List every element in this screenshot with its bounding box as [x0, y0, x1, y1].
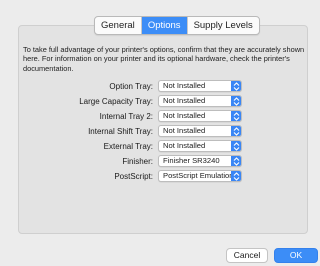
chevron-up-down-icon: [231, 96, 241, 106]
option-row-large-capacity-tray: Large Capacity Tray: Not Installed: [23, 95, 247, 107]
option-row-internal-shift-tray: Internal Shift Tray: Not Installed: [23, 125, 247, 137]
internal-shift-tray-value: Not Installed: [163, 126, 206, 135]
chevron-up-down-icon: [231, 141, 241, 151]
option-row-finisher: Finisher: Finisher SR3240: [23, 155, 247, 167]
option-row-external-tray: External Tray: Not Installed: [23, 140, 247, 152]
internal-tray-2-value: Not Installed: [163, 111, 206, 120]
tab-options[interactable]: Options: [141, 17, 188, 34]
finisher-value: Finisher SR3240: [163, 156, 220, 165]
chevron-up-down-icon: [231, 126, 241, 136]
postscript-popup[interactable]: PostScript Emulation: [158, 170, 242, 182]
internal-tray-2-label: Internal Tray 2:: [99, 111, 153, 121]
option-row-postscript: PostScript: PostScript Emulation: [23, 170, 247, 182]
large-capacity-tray-label: Large Capacity Tray:: [79, 96, 153, 106]
option-tray-popup[interactable]: Not Installed: [158, 80, 242, 92]
cancel-button[interactable]: Cancel: [226, 248, 268, 263]
internal-tray-2-popup[interactable]: Not Installed: [158, 110, 242, 122]
chevron-up-down-icon: [231, 81, 241, 91]
tab-bar: General Options Supply Levels: [94, 16, 260, 35]
postscript-value: PostScript Emulation: [163, 171, 234, 180]
option-tray-value: Not Installed: [163, 81, 206, 90]
ok-button[interactable]: OK: [274, 248, 318, 263]
option-row-option-tray: Option Tray: Not Installed: [23, 80, 247, 92]
postscript-label: PostScript:: [114, 171, 153, 181]
tab-supply-levels[interactable]: Supply Levels: [188, 17, 259, 34]
external-tray-label: External Tray:: [103, 141, 153, 151]
chevron-up-down-icon: [231, 171, 241, 181]
tab-general[interactable]: General: [95, 17, 142, 34]
finisher-popup[interactable]: Finisher SR3240: [158, 155, 242, 167]
internal-shift-tray-label: Internal Shift Tray:: [88, 126, 153, 136]
large-capacity-tray-value: Not Installed: [163, 96, 206, 105]
option-tray-label: Option Tray:: [109, 81, 153, 91]
chevron-up-down-icon: [231, 111, 241, 121]
large-capacity-tray-popup[interactable]: Not Installed: [158, 95, 242, 107]
external-tray-value: Not Installed: [163, 141, 206, 150]
finisher-label: Finisher:: [122, 156, 153, 166]
options-description: To take full advantage of your printer's…: [23, 45, 305, 73]
internal-shift-tray-popup[interactable]: Not Installed: [158, 125, 242, 137]
chevron-up-down-icon: [231, 156, 241, 166]
external-tray-popup[interactable]: Not Installed: [158, 140, 242, 152]
option-row-internal-tray-2: Internal Tray 2: Not Installed: [23, 110, 247, 122]
